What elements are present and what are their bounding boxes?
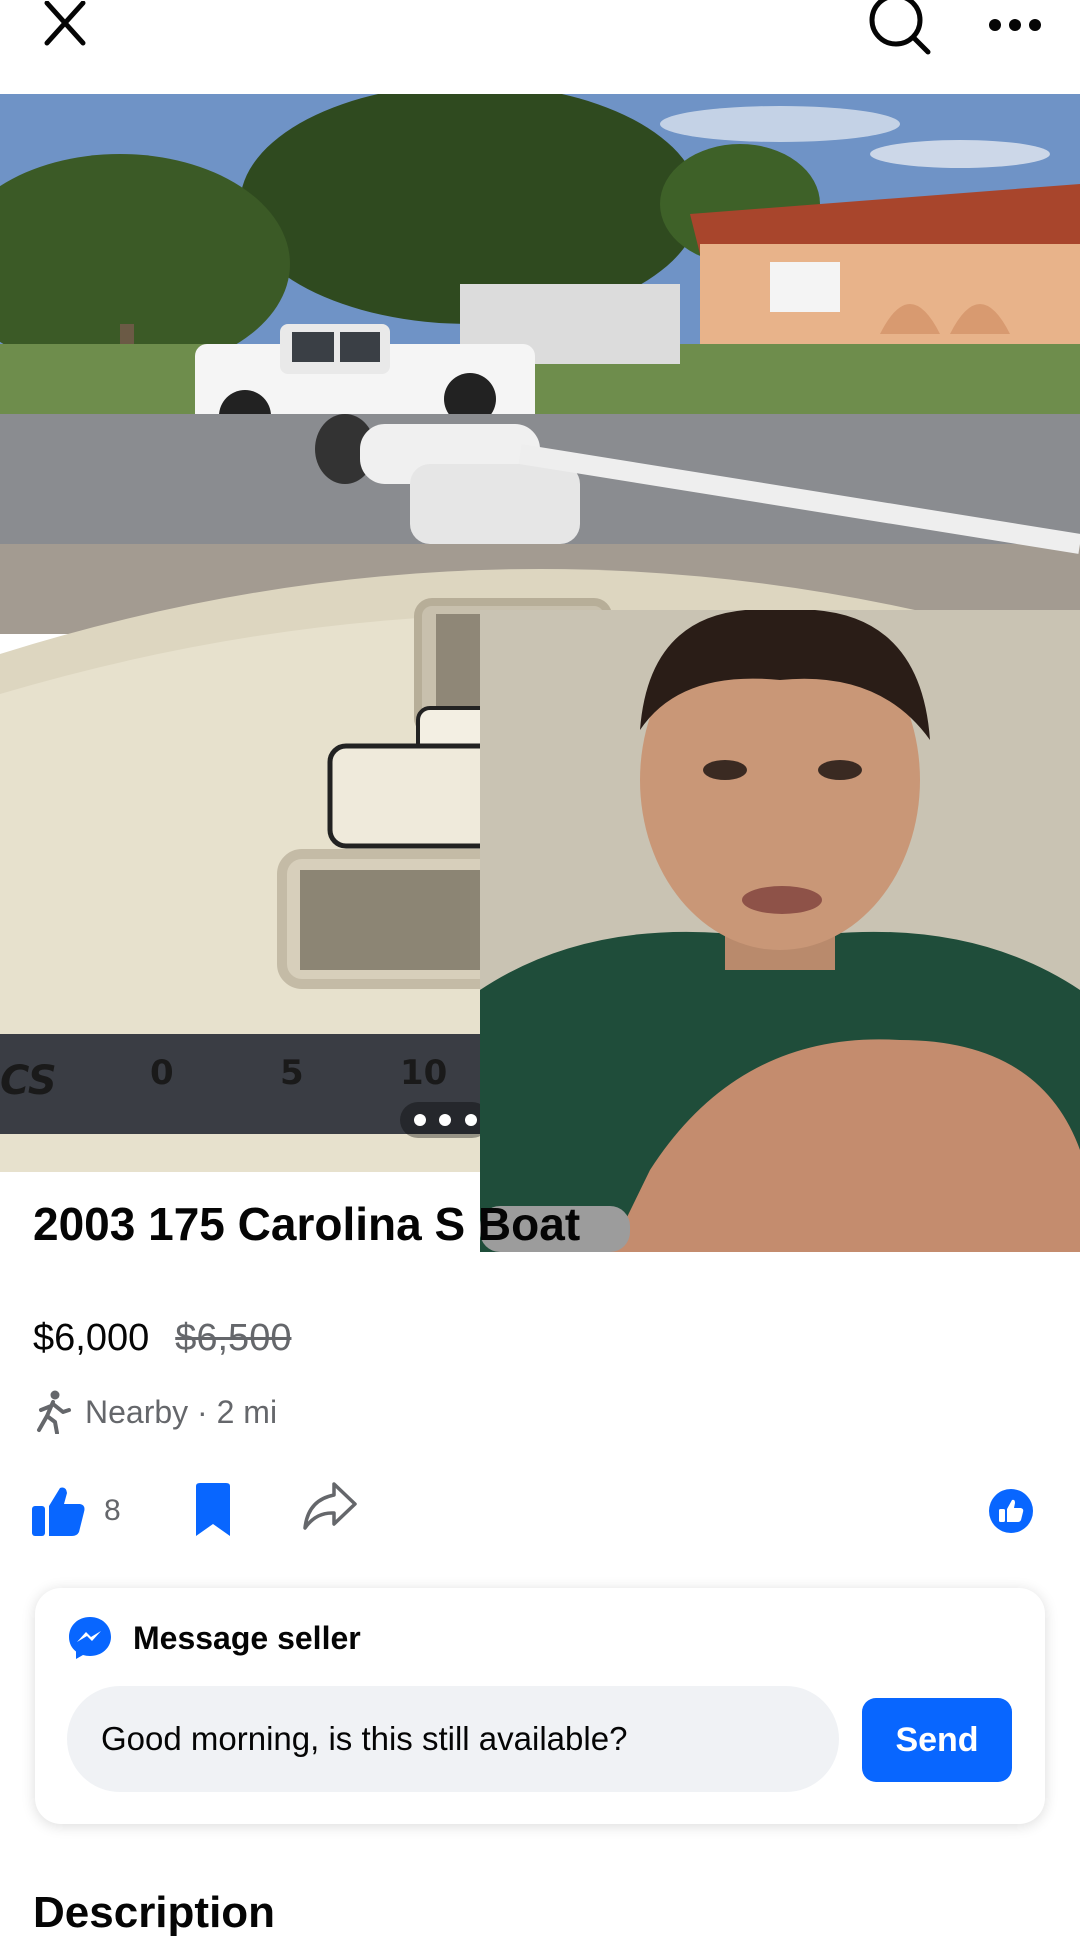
svg-text:CS: CS xyxy=(0,1058,57,1104)
close-button[interactable] xyxy=(30,0,100,50)
photo-pagination-dots[interactable] xyxy=(400,1102,490,1138)
location-row: Nearby · 2 mi xyxy=(33,1384,277,1440)
like-count: 8 xyxy=(104,1494,121,1527)
thumbs-up-icon xyxy=(32,1487,85,1536)
close-icon xyxy=(44,1,86,46)
svg-text:5: 5 xyxy=(280,1053,304,1093)
pagination-dot xyxy=(413,1114,426,1126)
svg-text:0: 0 xyxy=(150,1053,174,1093)
original-price: $6,500 xyxy=(175,1316,292,1359)
location-text: Nearby · 2 mi xyxy=(85,1393,278,1430)
search-button[interactable] xyxy=(860,0,940,60)
top-bar xyxy=(0,0,1080,94)
message-seller-label: Message seller xyxy=(133,1619,361,1656)
pagination-dot xyxy=(464,1114,477,1126)
svg-text:10: 10 xyxy=(400,1053,447,1093)
walking-person-icon xyxy=(37,1390,71,1434)
more-horizontal-icon xyxy=(989,19,1041,31)
send-button[interactable]: Send xyxy=(862,1698,1012,1782)
search-icon xyxy=(869,0,931,55)
current-price: $6,000 xyxy=(33,1316,150,1359)
message-seller-header: Message seller xyxy=(67,1614,361,1662)
video-overlay[interactable] xyxy=(480,610,1080,1252)
message-seller-card: Message seller Good morning, is this sti… xyxy=(35,1588,1045,1824)
messenger-icon xyxy=(69,1617,111,1659)
share-button[interactable] xyxy=(302,1480,358,1537)
price-row: $6,000 $6,500 xyxy=(33,1310,291,1366)
action-bar: 8 xyxy=(30,1476,1050,1546)
like-reaction-badge[interactable] xyxy=(988,1488,1034,1539)
like-reaction-icon xyxy=(989,1489,1033,1533)
more-options-button[interactable] xyxy=(980,0,1050,50)
listing-title: 2003 175 Carolina S Boat xyxy=(33,1198,581,1250)
pagination-dot xyxy=(439,1114,451,1126)
save-button[interactable] xyxy=(192,1482,234,1543)
description-heading: Description xyxy=(33,1888,276,1937)
like-button[interactable]: 8 xyxy=(30,1476,121,1546)
message-input[interactable]: Good morning, is this still available? xyxy=(67,1686,839,1792)
bookmark-icon xyxy=(196,1483,230,1536)
share-icon xyxy=(303,1482,357,1530)
